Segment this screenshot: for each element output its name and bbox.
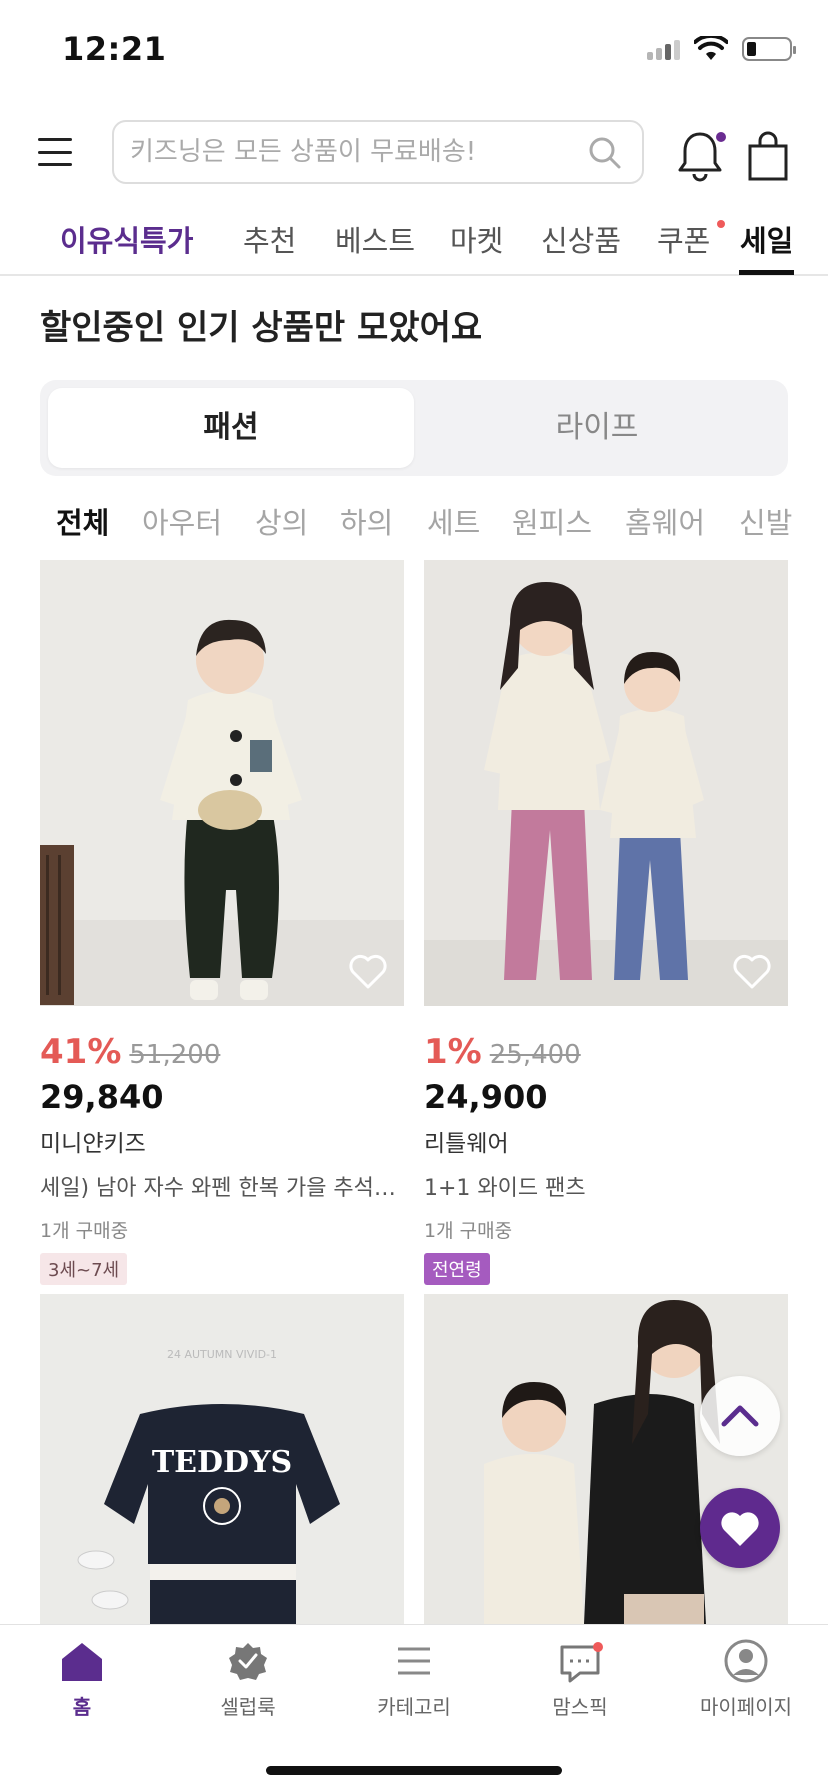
segment-control: 패션 라이프 [40,380,788,476]
purchase-count: 1개 구매중 [424,1220,513,1242]
nav-celeb-look[interactable]: 셀럽룩 [188,1639,308,1720]
status-time: 12:21 [62,30,167,68]
product-card[interactable]: 41% 51,200 29,840 미니얀키즈 세일) 남아 자수 와펜 한복 … [40,560,404,1285]
category-chips: 전체 아우터 상의 하의 세트 원피스 홈웨어 신발 [0,496,828,546]
discount-rate: 41% [40,1032,122,1072]
product-card[interactable] [424,1294,788,1624]
wishlist-heart-icon[interactable] [732,954,772,990]
segment-fashion[interactable]: 패션 [48,388,414,468]
chip-set[interactable]: 세트 [427,500,480,542]
nav-my-page[interactable]: 마이페이지 [686,1639,806,1720]
chip-outer[interactable]: 아우터 [142,500,222,542]
tab-baby-food-deal[interactable]: 이유식특가 [60,218,193,260]
menu-icon[interactable] [38,138,72,166]
tab-market[interactable]: 마켓 [450,218,503,260]
chip-homewear[interactable]: 홈웨어 [625,500,705,542]
nav-label: 카테고리 [377,1695,451,1719]
main-tabs: 이유식특가 추천 베스트 마켓 신상품 쿠폰 세일 [0,210,828,276]
tab-coupon[interactable]: 쿠폰 [657,218,710,260]
search-box[interactable] [112,120,644,184]
status-bar: 12:21 [0,0,828,100]
nav-category[interactable]: 카테고리 [354,1639,474,1720]
chip-shoes[interactable]: 신발 [739,500,792,542]
price-row: 41% 51,200 [40,1032,404,1072]
list-icon [398,1647,430,1675]
nav-home[interactable]: 홈 [22,1639,142,1720]
chip-all[interactable]: 전체 [56,500,109,542]
nav-label: 홈 [72,1695,92,1719]
coupon-badge-dot [717,220,725,228]
user-icon [724,1639,768,1683]
product-name[interactable]: 1+1 와이드 팬츠 [424,1170,784,1202]
home-indicator [266,1766,562,1775]
tab-sale[interactable]: 세일 [740,218,793,260]
scroll-to-top-button[interactable] [700,1376,780,1456]
nav-label: 셀럽룩 [220,1695,276,1719]
status-icons [647,36,796,62]
tab-best[interactable]: 베스트 [335,218,415,260]
product-card[interactable]: 24 AUTUMN VIVID-1 TEDDYS [40,1294,404,1624]
chat-icon [560,1642,603,1683]
notification-dot [716,132,726,142]
nav-moms-pick[interactable]: 맘스픽 [520,1639,640,1720]
age-badge: 3세~7세 [40,1253,128,1285]
sale-price: 29,840 [40,1078,164,1116]
image-caption-text: 24 AUTUMN VIVID-1 [167,1348,277,1361]
chip-top[interactable]: 상의 [255,500,308,542]
age-badge: 전연령 [424,1253,490,1285]
product-image[interactable] [424,560,788,1006]
heart-icon [721,1512,759,1546]
sale-price: 24,900 [424,1078,548,1116]
wishlist-button[interactable] [700,1488,780,1568]
chevron-up-icon [721,1405,759,1427]
signal-icon [647,38,680,60]
chip-dress[interactable]: 원피스 [512,500,592,542]
product-name[interactable]: 세일) 남아 자수 와펜 한복 가을 추석 (... [40,1170,400,1202]
tab-new[interactable]: 신상품 [541,218,621,260]
original-price: 25,400 [489,1040,581,1070]
price-row: 1% 25,400 [424,1032,788,1072]
original-price: 51,200 [129,1040,221,1070]
product-image[interactable] [424,1294,788,1624]
battery-icon [742,37,796,61]
nav-label: 마이페이지 [700,1695,792,1719]
brand-name[interactable]: 리틀웨어 [424,1124,788,1158]
tab-recommended[interactable]: 추천 [243,218,296,260]
search-input[interactable] [114,122,554,182]
active-tab-indicator [739,270,794,275]
search-icon[interactable] [588,136,622,170]
section-title: 할인중인 인기 상품만 모았어요 [40,308,483,348]
app-header [0,110,828,200]
sweatshirt-print-text: TEDDYS [152,1445,292,1480]
segment-life[interactable]: 라이프 [414,388,780,468]
wishlist-heart-icon[interactable] [348,954,388,990]
chip-bottom[interactable]: 하의 [340,500,393,542]
brand-name[interactable]: 미니얀키즈 [40,1124,404,1158]
product-image[interactable]: 24 AUTUMN VIVID-1 TEDDYS [40,1294,404,1624]
discount-rate: 1% [424,1032,482,1072]
badge-check-icon [229,1643,267,1680]
purchase-count: 1개 구매중 [40,1220,129,1242]
product-card[interactable]: 1% 25,400 24,900 리틀웨어 1+1 와이드 팬츠 1개 구매중 … [424,560,788,1285]
nav-label: 맘스픽 [552,1695,608,1719]
home-icon [62,1643,102,1681]
shopping-bag-icon[interactable] [746,130,790,182]
wifi-icon [694,36,728,60]
product-image[interactable] [40,560,404,1006]
